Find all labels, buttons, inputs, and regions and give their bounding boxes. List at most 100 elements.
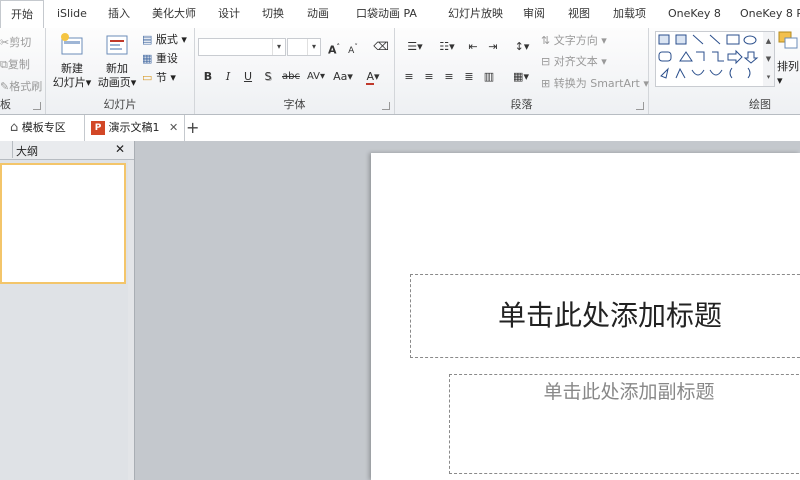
tab-addins[interactable]: 加载项 — [613, 0, 646, 28]
layout-icon: ▤ — [142, 33, 153, 46]
align-text-icon: ⊟ — [541, 55, 551, 68]
reset-button[interactable]: ▦ 重设 — [142, 50, 178, 66]
title-placeholder[interactable]: 单击此处添加标题 — [410, 274, 800, 358]
tab-beautify[interactable]: 美化大师 — [152, 0, 196, 28]
font-group-label: 字体 — [283, 98, 306, 111]
increase-indent-button[interactable]: ⇥ — [485, 39, 501, 55]
new-slide-button[interactable]: 新建 幻灯片▾ — [50, 32, 94, 90]
close-icon[interactable]: ✕ — [169, 121, 178, 134]
text-direction-button[interactable]: ⇅ 文字方向 ▾ — [541, 32, 607, 48]
change-case-button[interactable]: Aa▾ — [331, 69, 355, 85]
eraser-icon: ⌫ — [373, 40, 389, 53]
shadow-button[interactable]: S — [260, 69, 276, 85]
clipboard-group: ✂剪切 ⧉复制 ✎格式刷 板 — [0, 28, 46, 114]
ribbon: ✂剪切 ⧉复制 ✎格式刷 板 新建 幻灯片▾ 新加 动画页▾ ▤ 版式 ▾ ▦ … — [0, 28, 800, 115]
chevron-down-icon: ▾ — [307, 39, 320, 55]
arrange-icon — [778, 31, 798, 49]
smartart-label: 转换为 SmartArt — [553, 77, 640, 90]
shape-gallery-scroll[interactable]: ▲ ▼ ▾ — [763, 31, 775, 87]
arrange-button[interactable]: 排列 ▾ — [777, 30, 800, 88]
strikethrough-button[interactable]: abc — [280, 69, 302, 85]
section-button[interactable]: ▭ 节 ▾ — [142, 69, 176, 85]
cut-button[interactable]: ✂剪切 — [0, 34, 31, 50]
outline-tab[interactable]: 大纲 — [16, 143, 38, 159]
tab-islide[interactable]: iSlide — [57, 0, 87, 28]
underline-button[interactable]: U — [240, 69, 256, 85]
subtitle-placeholder[interactable]: 单击此处添加副标题 — [449, 374, 800, 474]
columns-icon: ▦ — [513, 70, 524, 83]
slide-thumbnail[interactable] — [0, 163, 126, 284]
align-left-button[interactable]: ≡ — [401, 69, 417, 85]
tab-view[interactable]: 视图 — [568, 0, 590, 28]
align-text-button[interactable]: ⊟ 对齐文本 ▾ — [541, 53, 607, 69]
slide[interactable]: 单击此处添加标题 单击此处添加副标题 — [371, 153, 800, 480]
italic-button[interactable]: I — [220, 69, 236, 85]
tab-design[interactable]: 设计 — [218, 0, 240, 28]
text-direction-icon: ⇅ — [541, 34, 551, 47]
grow-font-icon: A — [327, 43, 337, 57]
new-animation-page-button[interactable]: 新加 动画页▾ — [94, 32, 140, 90]
slides-group: 新建 幻灯片▾ 新加 动画页▾ ▤ 版式 ▾ ▦ 重设 ▭ 节 ▾ 幻灯片 — [46, 28, 195, 114]
close-pane-icon[interactable]: ✕ — [115, 142, 125, 156]
tab-pocket-animation[interactable]: 口袋动画 PA — [356, 0, 417, 28]
copy-button[interactable]: ⧉复制 — [0, 56, 30, 72]
tab-label: 开始 — [11, 8, 33, 21]
animation-page-icon — [106, 35, 128, 55]
paragraph-launcher-icon[interactable] — [636, 102, 644, 110]
pane-scrollbar[interactable] — [128, 160, 134, 480]
smartart-icon: ⊞ — [541, 77, 551, 90]
tab-slideshow[interactable]: 幻灯片放映 — [448, 0, 503, 28]
distribute-button[interactable]: ▥ — [481, 69, 497, 85]
layout-button[interactable]: ▤ 版式 ▾ — [142, 31, 187, 47]
presentation-tab[interactable]: P 演示文稿1 ✕ — [84, 115, 186, 141]
format-painter-button[interactable]: ✎格式刷 — [0, 78, 42, 94]
align-center-button[interactable]: ≡ — [421, 69, 437, 85]
font-family-combo[interactable]: ▾ — [198, 38, 286, 56]
drawing-group-label: 绘图 — [749, 98, 771, 111]
reset-label: 重设 — [155, 52, 178, 65]
align-right-button[interactable]: ≡ — [441, 69, 457, 85]
justify-button[interactable]: ≣ — [461, 69, 477, 85]
line-spacing-button[interactable]: ↕▾ — [510, 39, 534, 55]
slides-tab-stub[interactable] — [0, 141, 13, 158]
tab-animations[interactable]: 动画 — [307, 0, 329, 28]
shrink-font-button[interactable]: A˅ — [345, 39, 361, 56]
new-slide-label-2: 幻灯片 — [52, 76, 86, 89]
bullet-list-icon: ☰ — [407, 40, 418, 53]
justify-icon: ≣ — [464, 70, 474, 83]
tab-onekey-pl[interactable]: OneKey 8 Pl — [740, 0, 800, 28]
indent-icon: ⇥ — [488, 40, 498, 53]
tab-review[interactable]: 审阅 — [523, 0, 545, 28]
decrease-indent-button[interactable]: ⇤ — [465, 39, 481, 55]
shape-gallery[interactable] — [655, 31, 765, 87]
clipboard-launcher-icon[interactable] — [33, 102, 41, 110]
section-label: 节 — [155, 71, 167, 84]
scissors-icon: ✂ — [0, 36, 10, 49]
copy-label: 复制 — [7, 58, 30, 71]
columns-button[interactable]: ▦▾ — [509, 69, 533, 85]
font-size-combo[interactable]: ▾ — [287, 38, 321, 56]
convert-smartart-button[interactable]: ⊞ 转换为 SmartArt ▾ — [541, 75, 649, 91]
document-tab-strip: ⌂ 模板专区 P 演示文稿1 ✕ + — [0, 115, 800, 142]
grow-font-button[interactable]: A˄ — [326, 39, 342, 57]
font-color-button[interactable]: A▾ — [361, 69, 385, 85]
tab-home[interactable]: 开始 — [0, 0, 44, 29]
font-launcher-icon[interactable] — [382, 102, 390, 110]
tab-onekey[interactable]: OneKey 8 — [668, 0, 721, 28]
numbering-button[interactable]: ☷▾ — [433, 39, 461, 55]
bullets-button[interactable]: ☰▾ — [401, 39, 429, 55]
new-slide-icon — [61, 33, 83, 55]
tab-insert[interactable]: 插入 — [108, 0, 130, 28]
distribute-icon: ▥ — [483, 70, 495, 83]
bold-button[interactable]: B — [200, 69, 216, 85]
template-tab[interactable]: ⌂ 模板专区 — [10, 115, 66, 141]
char-spacing-button[interactable]: AV▾ — [305, 69, 327, 85]
tab-transitions[interactable]: 切换 — [262, 0, 284, 28]
section-icon: ▭ — [142, 71, 153, 84]
clear-format-button[interactable]: ⌫ — [373, 39, 389, 55]
new-slide-label-1: 新建 — [61, 62, 83, 75]
new-animation-label-2: 动画页 — [97, 76, 131, 89]
new-tab-button[interactable]: + — [186, 115, 199, 141]
chevron-down-icon: ▾ — [272, 39, 285, 55]
presentation-tab-label: 演示文稿1 — [108, 121, 160, 134]
